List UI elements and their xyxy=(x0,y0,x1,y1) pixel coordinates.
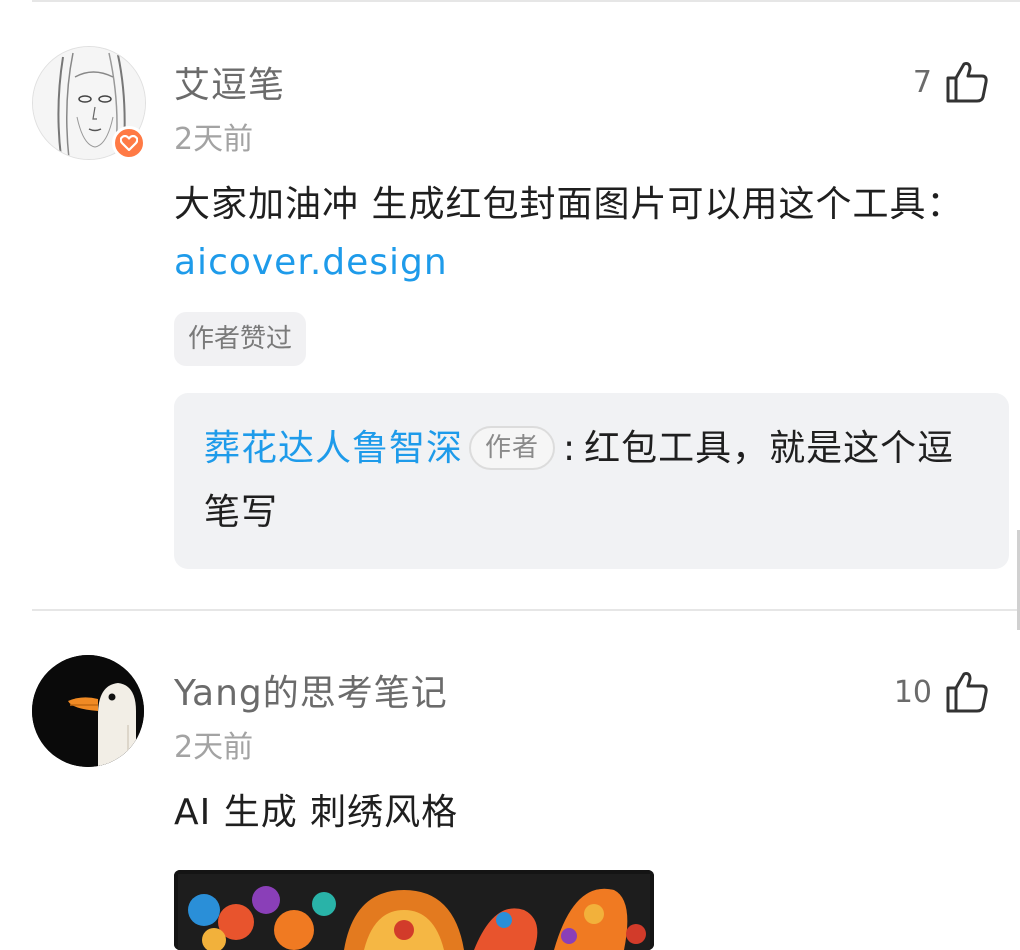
comment-username[interactable]: 艾逗笔 xyxy=(174,56,285,108)
comment-username[interactable]: Yang的思考笔记 xyxy=(174,664,448,716)
like-button[interactable]: 10 xyxy=(894,670,990,714)
top-divider xyxy=(32,0,1020,2)
embroidery-image-icon xyxy=(174,870,654,950)
comment-link[interactable]: aicover.design xyxy=(174,242,448,283)
like-count: 10 xyxy=(893,674,932,710)
comment-content: AI 生成 刺绣风格 xyxy=(174,792,459,833)
comment-text: 大家加油冲 生成红包封面图片可以用这个工具： xyxy=(174,184,964,225)
thumbs-up-icon xyxy=(946,62,988,103)
comment-content: 大家加油冲 生成红包封面图片可以用这个工具： aicover.design xyxy=(174,176,974,292)
comment-divider xyxy=(32,609,1020,611)
author-liked-tag: 作者赞过 xyxy=(174,312,307,366)
reply-box[interactable]: 葬花达人鲁智深 作者: 红包工具，就是这个逗笔写 xyxy=(174,393,1009,569)
reply-content: 葬花达人鲁智深 作者: 红包工具，就是这个逗笔写 xyxy=(204,417,979,545)
author-tag-badge: 作者 xyxy=(469,426,556,470)
thumbs-up-icon xyxy=(946,672,988,713)
comment-time: 2天前 xyxy=(174,730,254,765)
like-button[interactable]: 7 xyxy=(913,60,990,104)
goose-avatar-icon xyxy=(32,655,144,767)
reply-separator: : xyxy=(563,428,577,469)
heart-badge-icon xyxy=(112,126,146,160)
reply-author[interactable]: 葬花达人鲁智深 xyxy=(204,428,463,469)
embroidery-art-image[interactable] xyxy=(174,870,654,950)
comment-time: 2天前 xyxy=(174,122,254,157)
user-avatar[interactable] xyxy=(32,655,144,767)
like-count: 7 xyxy=(912,64,932,100)
